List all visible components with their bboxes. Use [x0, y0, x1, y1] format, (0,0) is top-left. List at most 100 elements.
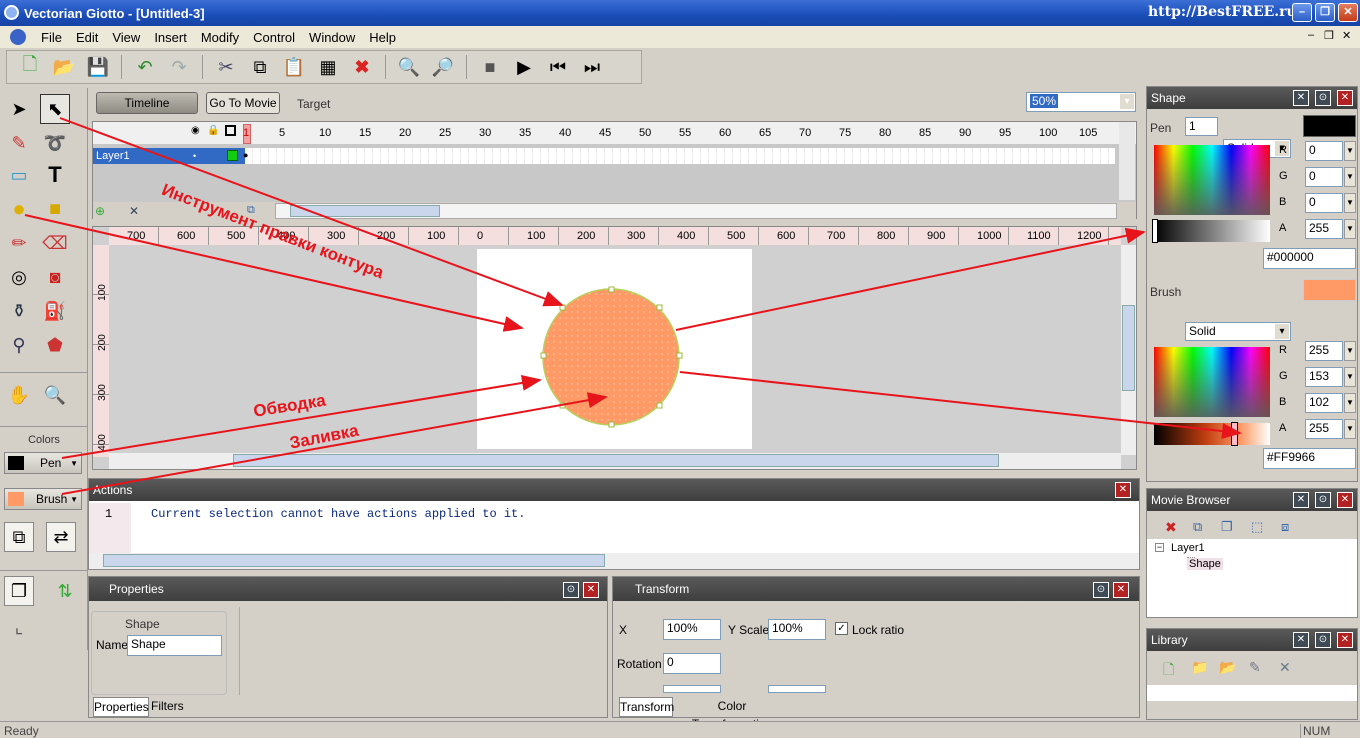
- frame-cells[interactable]: [245, 148, 1115, 164]
- close-icon[interactable]: ✕: [1115, 482, 1131, 498]
- brush-hex-input[interactable]: #FF9966: [1263, 448, 1356, 469]
- lasso-icon[interactable]: ➰: [40, 128, 70, 158]
- maximize-button[interactable]: ❐: [1315, 3, 1335, 22]
- tree-shape[interactable]: Shape: [1187, 558, 1223, 570]
- brush-color-picker[interactable]: [1154, 347, 1270, 417]
- menu-file[interactable]: File: [34, 30, 69, 45]
- step-forward-icon[interactable]: ⏭: [577, 53, 607, 81]
- pin-icon[interactable]: ⊙: [563, 582, 579, 598]
- swap-colors-icon[interactable]: ⇄: [46, 522, 76, 552]
- hscroll-thumb[interactable]: [290, 205, 440, 217]
- close-x-icon[interactable]: ✕: [1293, 632, 1309, 648]
- redo-icon[interactable]: ↷: [164, 53, 194, 81]
- delete-icon[interactable]: ✖: [347, 53, 377, 81]
- channel-r-input[interactable]: 0: [1305, 141, 1343, 161]
- channel-r-input[interactable]: 255: [1305, 341, 1343, 361]
- timeline-hscroll[interactable]: [275, 203, 1117, 219]
- paste-icon[interactable]: 📋: [279, 53, 309, 81]
- mdi-close-icon[interactable]: ✕: [1342, 29, 1351, 42]
- copy-icon[interactable]: ⧉: [245, 53, 275, 81]
- lock-icon[interactable]: 🔒: [207, 125, 219, 136]
- spin-down-icon[interactable]: ▼: [1344, 367, 1356, 387]
- spin-down-icon[interactable]: ▼: [1344, 141, 1356, 161]
- layer-row[interactable]: Layer1: [93, 148, 245, 164]
- tab-filters[interactable]: Filters: [151, 697, 184, 717]
- actions-hscroll[interactable]: [89, 553, 1139, 569]
- close-icon[interactable]: ✕: [1337, 90, 1353, 106]
- pen-color-button[interactable]: Pen ▼: [4, 452, 82, 474]
- close-icon[interactable]: ✕: [583, 582, 599, 598]
- tab-color-transformation[interactable]: Color Transformation: [677, 697, 787, 731]
- timeline-button[interactable]: Timeline: [96, 92, 198, 114]
- fill-transform-icon[interactable]: ◙: [40, 262, 70, 292]
- hscroll-thumb[interactable]: [103, 554, 605, 567]
- add-layer-icon[interactable]: ⊕: [95, 204, 105, 218]
- pin-icon[interactable]: ⊙: [1315, 492, 1331, 508]
- hscroll-thumb[interactable]: [233, 454, 999, 467]
- pen-shade-bar[interactable]: [1154, 220, 1270, 242]
- spin-down-icon[interactable]: ▼: [1344, 419, 1356, 439]
- open-folder-icon[interactable]: 📂: [49, 53, 79, 81]
- brush-shade-bar[interactable]: [1154, 423, 1270, 445]
- move-down-icon[interactable]: ⧈: [1281, 519, 1289, 535]
- brush-shade-marker[interactable]: [1231, 422, 1238, 446]
- brush-style-select[interactable]: Solid: [1185, 322, 1291, 341]
- delete-icon[interactable]: ✖: [1165, 519, 1177, 536]
- timeline-vscroll[interactable]: [1119, 122, 1135, 200]
- ellipse-tool-icon[interactable]: ●: [4, 194, 34, 224]
- pin-icon[interactable]: ⊙: [1093, 582, 1109, 598]
- text-tool-icon[interactable]: T: [40, 160, 70, 190]
- tab-properties[interactable]: Properties: [93, 697, 149, 717]
- menu-modify[interactable]: Modify: [194, 30, 246, 45]
- menu-help[interactable]: Help: [362, 30, 403, 45]
- play-icon[interactable]: ▶: [509, 53, 539, 81]
- close-button[interactable]: ✕: [1338, 3, 1358, 22]
- eye-icon[interactable]: ◉: [191, 125, 200, 136]
- close-x-icon[interactable]: ✕: [1293, 492, 1309, 508]
- menu-view[interactable]: View: [105, 30, 147, 45]
- channel-a-input[interactable]: 255: [1305, 219, 1343, 239]
- new-folder-icon[interactable]: 📁: [1191, 659, 1208, 676]
- skew-input[interactable]: [663, 685, 721, 693]
- pen-hex-input[interactable]: #000000: [1263, 248, 1356, 269]
- go-to-movie-button[interactable]: Go To Movie: [206, 92, 280, 114]
- delete-layer-icon[interactable]: ✕: [129, 204, 139, 218]
- menu-control[interactable]: Control: [246, 30, 302, 45]
- skew-y-input[interactable]: [768, 685, 826, 693]
- zoom-out-icon[interactable]: 🔎: [428, 53, 458, 81]
- channel-b-input[interactable]: 0: [1305, 193, 1343, 213]
- spin-down-icon[interactable]: ▼: [1344, 193, 1356, 213]
- pen-shade-marker[interactable]: [1152, 219, 1158, 243]
- image-icon[interactable]: ▭: [4, 160, 34, 190]
- snap-object-icon[interactable]: ❐: [4, 576, 34, 606]
- collapse-icon[interactable]: −: [1155, 543, 1164, 552]
- save-icon[interactable]: 💾: [83, 53, 113, 81]
- zoom-icon[interactable]: 🔍: [40, 380, 70, 410]
- stop-icon[interactable]: ■: [475, 53, 505, 81]
- menu-window[interactable]: Window: [302, 30, 362, 45]
- eraser-icon[interactable]: ⌫: [40, 228, 70, 258]
- properties-icon[interactable]: ✎: [1249, 659, 1261, 676]
- channel-g-input[interactable]: 153: [1305, 367, 1343, 387]
- menu-insert[interactable]: Insert: [147, 30, 194, 45]
- rotation-input[interactable]: 0: [663, 653, 721, 674]
- channel-g-input[interactable]: 0: [1305, 167, 1343, 187]
- stage-vscroll[interactable]: [1121, 245, 1136, 455]
- y-scale-input[interactable]: 100%: [768, 619, 826, 640]
- pin-icon[interactable]: ⊙: [1315, 90, 1331, 106]
- straighten-icon[interactable]: ⌞: [4, 612, 34, 642]
- close-x-icon[interactable]: ✕: [1293, 90, 1309, 106]
- pin-icon[interactable]: ⊙: [1315, 632, 1331, 648]
- minimize-button[interactable]: –: [1292, 3, 1312, 22]
- pen-width-input[interactable]: 1: [1185, 117, 1218, 136]
- pencil-icon[interactable]: ✎: [4, 128, 34, 158]
- name-input[interactable]: Shape: [127, 635, 222, 656]
- brush-color-button[interactable]: Brush ▼: [4, 488, 82, 510]
- spin-down-icon[interactable]: ▼: [1344, 219, 1356, 239]
- smooth-icon[interactable]: ⇅: [50, 576, 80, 606]
- pen-color-picker[interactable]: [1154, 145, 1270, 215]
- ellipse-shape[interactable]: [533, 279, 693, 439]
- lock-ratio-checkbox[interactable]: ✓: [835, 622, 848, 635]
- rectangle-tool-icon[interactable]: ■: [40, 194, 70, 224]
- zoom-select[interactable]: 50%: [1026, 92, 1136, 112]
